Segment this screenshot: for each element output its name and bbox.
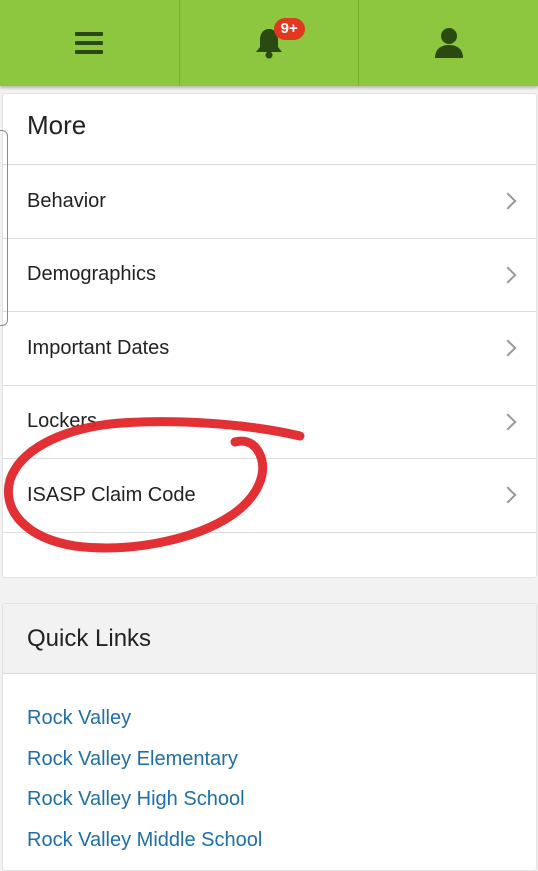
chevron-right-icon bbox=[499, 486, 517, 504]
more-item-label: ISASP Claim Code bbox=[27, 483, 196, 506]
quick-links-title: Quick Links bbox=[3, 604, 536, 674]
profile-button[interactable] bbox=[359, 0, 538, 86]
more-item-lockers[interactable]: Lockers bbox=[3, 386, 536, 459]
quick-link-rock-valley-middle-school[interactable]: Rock Valley Middle School bbox=[27, 828, 536, 869]
menu-button[interactable] bbox=[0, 0, 180, 86]
more-title: More bbox=[27, 110, 87, 140]
more-item-label: Demographics bbox=[27, 263, 156, 286]
side-drawer-edge[interactable] bbox=[0, 130, 8, 326]
chevron-right-icon bbox=[499, 339, 517, 357]
quick-link-rock-valley-high-school[interactable]: Rock Valley High School bbox=[27, 787, 536, 828]
more-list: Behavior Demographics Important Dates Lo… bbox=[3, 164, 536, 533]
chevron-right-icon bbox=[499, 413, 517, 431]
user-icon bbox=[434, 28, 463, 58]
chevron-right-icon bbox=[499, 192, 517, 210]
quick-link-rock-valley-elementary[interactable]: Rock Valley Elementary bbox=[27, 747, 536, 788]
more-item-important-dates[interactable]: Important Dates bbox=[3, 312, 536, 386]
more-item-isasp-claim-code[interactable]: ISASP Claim Code bbox=[3, 459, 536, 533]
notification-badge: 9+ bbox=[273, 18, 305, 40]
more-item-label: Lockers bbox=[27, 410, 98, 433]
hamburger-menu-icon bbox=[75, 32, 104, 54]
more-item-label: Behavior bbox=[27, 189, 106, 212]
chevron-right-icon bbox=[499, 266, 517, 284]
notifications-button[interactable]: 9+ bbox=[180, 0, 360, 86]
quick-links-list: Rock Valley Rock Valley Elementary Rock … bbox=[3, 674, 536, 868]
more-panel: More Behavior Demographics Important Dat… bbox=[2, 93, 537, 578]
quick-link-rock-valley[interactable]: Rock Valley bbox=[27, 706, 536, 747]
more-item-label: Important Dates bbox=[27, 336, 170, 359]
more-item-demographics[interactable]: Demographics bbox=[3, 239, 536, 312]
quick-links-panel: Quick Links Rock Valley Rock Valley Elem… bbox=[2, 603, 537, 871]
top-nav-bar: 9+ bbox=[0, 0, 538, 86]
more-item-behavior[interactable]: Behavior bbox=[3, 165, 536, 239]
